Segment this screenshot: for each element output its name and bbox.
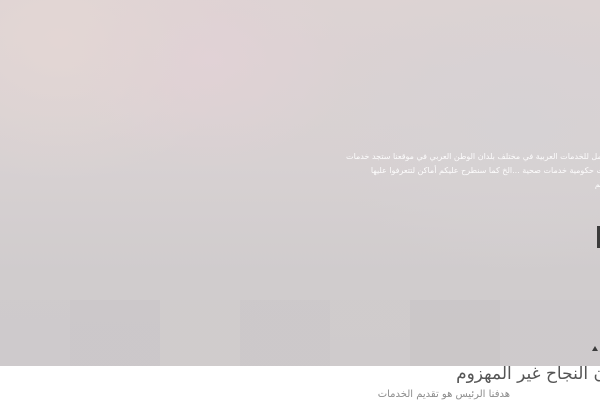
- hero-description-line: كم: [594, 180, 600, 189]
- page: امل للخدمات العربية في مختلف بلدان الوطن…: [0, 0, 600, 400]
- section-heading: ن النجاح غير المهزوم: [456, 364, 600, 384]
- hero-banner: امل للخدمات العربية في مختلف بلدان الوطن…: [0, 0, 600, 366]
- hero-background-blocks: [0, 300, 600, 366]
- hero-description-line: ت حكومية خدمات صحية ...الخ كما سنطرح علي…: [370, 166, 600, 175]
- section-subheading: هدفنا الرئيس هو تقديم الخدمات: [377, 389, 510, 400]
- hero-description: امل للخدمات العربية في مختلف بلدان الوطن…: [346, 150, 600, 192]
- scroll-up-icon[interactable]: [592, 346, 598, 351]
- hero-description-line: امل للخدمات العربية في مختلف بلدان الوطن…: [346, 152, 600, 161]
